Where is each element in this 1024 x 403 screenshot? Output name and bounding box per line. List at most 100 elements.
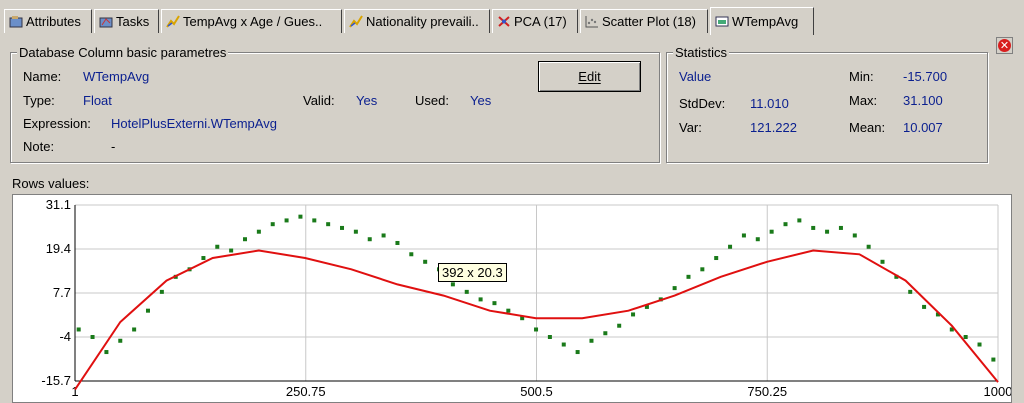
close-icon: ✕ <box>998 39 1011 52</box>
chart-icon <box>166 15 180 28</box>
data-point <box>464 289 469 294</box>
x-tick-label: 1000 <box>984 384 1011 399</box>
edit-button[interactable]: Edit <box>538 61 641 92</box>
tasks-icon <box>99 15 113 28</box>
note-label: Note: <box>23 139 55 154</box>
data-point <box>825 229 830 234</box>
tab-tasks[interactable]: Tasks <box>94 9 159 33</box>
stddev-label: StdDev: <box>679 96 726 111</box>
data-point <box>284 218 289 223</box>
data-point <box>728 244 733 249</box>
data-point <box>159 289 164 294</box>
data-point <box>312 218 317 223</box>
data-point <box>631 312 636 317</box>
tab-label: PCA (17) <box>514 14 567 29</box>
used-value: Yes <box>470 93 492 108</box>
y-tick-label: 31.1 <box>46 197 71 212</box>
tab-nationality[interactable]: Nationality prevaili.. <box>344 9 490 33</box>
expression-label: Expression: <box>23 116 91 131</box>
rows-values-label: Rows values: <box>12 176 90 191</box>
valid-label: Valid: <box>303 93 335 108</box>
valid-value: Yes <box>356 93 378 108</box>
tab-wtempavg[interactable]: WTempAvg <box>710 7 814 35</box>
tab-scatter-plot[interactable]: Scatter Plot (18) <box>580 9 708 33</box>
data-point <box>145 308 150 313</box>
data-point <box>838 225 843 230</box>
data-point <box>104 350 109 355</box>
db-column-group: Database Column basic parametres Name: W… <box>10 45 660 163</box>
value-label: Value <box>679 69 712 84</box>
hover-tooltip: 392 x 20.3 <box>438 263 507 282</box>
data-point <box>561 342 566 347</box>
type-value: Float <box>83 93 112 108</box>
close-button[interactable]: ✕ <box>996 37 1013 54</box>
group-title: Database Column basic parametres <box>17 45 229 60</box>
data-point <box>534 327 539 332</box>
y-tick-label: 7.7 <box>53 285 71 300</box>
data-point <box>589 338 594 343</box>
min-label: Min: <box>849 69 874 84</box>
edit-button-label: Edit <box>578 69 601 84</box>
data-point <box>672 286 677 291</box>
data-point <box>866 244 871 249</box>
data-point <box>977 342 982 347</box>
stddev-value: 11.010 <box>750 96 789 111</box>
max-label: Max: <box>849 93 878 108</box>
data-point <box>617 323 622 328</box>
name-value: WTempAvg <box>83 69 150 84</box>
data-point <box>741 233 746 238</box>
note-value: - <box>111 139 116 154</box>
scatter-icon <box>585 15 599 28</box>
statistics-group: Statistics Value StdDev: 11.010 Var: 121… <box>666 45 988 163</box>
data-point <box>353 229 358 234</box>
data-point <box>575 350 580 355</box>
data-point <box>769 229 774 234</box>
data-point <box>547 335 552 339</box>
data-point <box>880 259 885 264</box>
plot-svg: 31.119.47.7-4-15.71 250.75 500.5 750.25 1000 <box>41 197 1011 399</box>
tab-label: Nationality prevaili.. <box>366 14 479 29</box>
data-point <box>118 338 123 343</box>
var-label: Var: <box>679 120 702 135</box>
data-point <box>963 335 968 339</box>
data-point <box>811 225 816 230</box>
data-point <box>423 259 428 264</box>
tab-label: WTempAvg <box>732 14 799 29</box>
data-point <box>381 233 386 238</box>
data-point <box>783 222 788 227</box>
data-point <box>797 218 802 223</box>
mean-value: 10.007 <box>903 120 943 135</box>
data-point <box>340 225 345 230</box>
tab-attributes[interactable]: Attributes <box>4 9 92 33</box>
expression-value: HotelPlusExterni.WTempAvg <box>111 116 277 131</box>
data-point <box>603 331 608 336</box>
tab-tempavg-age[interactable]: TempAvg x Age / Gues.. <box>161 9 342 33</box>
tab-label: Attributes <box>26 14 81 29</box>
data-point <box>229 248 234 253</box>
data-point <box>700 267 705 272</box>
max-value: 31.100 <box>903 93 943 108</box>
tab-label: Tasks <box>116 14 150 29</box>
attributes-icon <box>9 15 23 28</box>
rows-values-plot[interactable]: 31.1 19.4 7.7 -4 -15.7 1 250.75 500.5 750.25 1000 <box>12 194 1012 403</box>
pca-icon <box>497 15 511 28</box>
data-point <box>298 214 303 219</box>
data-point <box>367 237 372 242</box>
data-point <box>908 289 913 294</box>
tab-pca[interactable]: PCA (17) <box>492 9 578 33</box>
mean-label: Mean: <box>849 120 886 135</box>
data-point <box>132 327 137 332</box>
data-point <box>714 256 719 261</box>
tab-label: Scatter Plot (18) <box>602 14 696 29</box>
column-icon <box>715 15 729 28</box>
data-point <box>991 357 996 362</box>
data-point <box>755 237 760 242</box>
y-tick-label: 19.4 <box>46 241 71 256</box>
data-point <box>686 274 691 279</box>
data-point <box>90 335 95 339</box>
data-point <box>201 256 206 261</box>
data-point <box>395 240 400 245</box>
data-point <box>492 301 497 306</box>
data-point <box>409 252 414 257</box>
group-title: Statistics <box>673 45 730 60</box>
